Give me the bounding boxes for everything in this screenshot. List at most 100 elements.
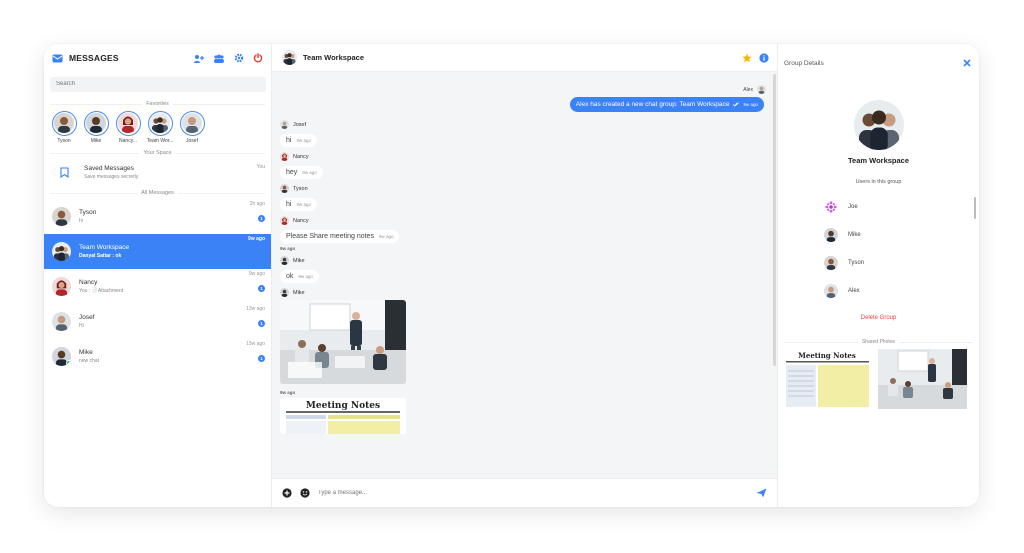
message-list: Alex Alex has created a new chat group: … [272, 72, 772, 478]
group-icon[interactable] [213, 54, 225, 63]
group-user-item[interactable]: Mike [824, 221, 979, 249]
system-message-bubble: Alex has created a new chat group: Team … [569, 97, 764, 112]
user-name: Mike [848, 232, 861, 238]
message-scrollbar[interactable] [773, 74, 776, 366]
sender-name: Tyson [293, 185, 308, 192]
avatar [280, 216, 289, 225]
conversation-item[interactable]: Mike new chat 15w ago 1 [44, 339, 271, 374]
delete-group-button[interactable]: Delete Group [778, 315, 979, 321]
favorite-item[interactable]: Tyson [50, 110, 78, 144]
star-icon[interactable] [742, 53, 752, 63]
double-check-icon [733, 102, 740, 107]
conversation-preview: Hi [79, 322, 84, 329]
emoji-icon[interactable] [300, 488, 310, 498]
conversation-time: 9w ago [248, 270, 265, 277]
favorite-item[interactable]: Nancy... [114, 110, 142, 144]
message-bubble: Please Share meeting notes 9w ago [280, 230, 400, 243]
group-details-panel: Group Details Team Workspace Users in th… [778, 44, 979, 507]
message-text: Please Share meeting notes [286, 233, 374, 240]
chat-header: Team Workspace [272, 44, 777, 72]
conversation-list: Tyson hi 2h ago 1 Team Workspace Danyal … [44, 199, 271, 374]
sender-name: Mike [293, 257, 305, 264]
message-text: ok [286, 273, 294, 280]
send-icon[interactable] [756, 488, 767, 498]
shared-photo-meeting[interactable] [878, 349, 967, 409]
favorite-item[interactable]: Team Wor... [146, 110, 174, 144]
avatar [52, 207, 71, 226]
avatar [150, 113, 170, 133]
info-icon[interactable] [759, 52, 769, 63]
unread-badge: 1 [258, 319, 265, 327]
avatar [182, 113, 202, 133]
conversation-preview: hi [79, 217, 83, 224]
favorite-item[interactable]: Mike [82, 110, 110, 144]
add-user-icon[interactable] [193, 54, 204, 63]
conversation-preview: Danyal Sattar : ok [79, 252, 122, 259]
conversation-item[interactable]: Josef Hi 13w ago 1 [44, 304, 271, 339]
conversation-item-active[interactable]: Team Workspace Danyal Sattar : ok 9w ago [44, 233, 271, 269]
avatar [52, 277, 71, 296]
composer [272, 478, 777, 507]
message-time: 9w ago [296, 202, 311, 207]
sender-row: Josef [280, 120, 772, 129]
user-name: Tyson [848, 260, 865, 266]
message-bubble: hey 9w ago [280, 166, 323, 179]
sender-row: Mike [280, 288, 772, 297]
details-title: Group Details [784, 59, 824, 67]
notes-title: Meeting Notes [306, 401, 380, 411]
group-name: Team Workspace [848, 156, 909, 165]
close-icon[interactable] [963, 59, 971, 67]
meeting-photo-attachment[interactable] [280, 300, 406, 384]
group-user-item[interactable]: Joe [824, 193, 979, 221]
notes-title: Meeting Notes [798, 351, 856, 360]
power-icon[interactable] [253, 53, 263, 63]
settings-gear-icon[interactable] [234, 53, 244, 63]
message-text: hi [286, 201, 292, 208]
avatar [118, 113, 138, 133]
conversation-name: Josef [79, 313, 95, 321]
group-user-item[interactable]: Tyson [824, 249, 979, 277]
conversation-name: Mike [79, 348, 93, 356]
sender-row: Mike [280, 256, 772, 265]
group-user-item[interactable]: Alex [824, 277, 979, 305]
unread-badge: 1 [258, 354, 265, 362]
users-scrollbar[interactable] [974, 197, 976, 219]
group-users-list: Joe Mike Tyson Alex [824, 193, 979, 313]
message-time: 9w ago [296, 138, 311, 143]
conversation-item[interactable]: Tyson hi 2h ago 1 [44, 199, 271, 234]
all-messages-label: All Messages [44, 189, 271, 196]
unread-badge: 1 [258, 284, 265, 292]
avatar [757, 85, 766, 94]
sender-name: Mike [293, 289, 305, 296]
favorite-name: Tyson [57, 137, 71, 144]
search-input[interactable] [50, 76, 266, 92]
message-input[interactable] [318, 490, 748, 496]
avatar [52, 312, 71, 331]
favorite-item[interactable]: Josef [178, 110, 206, 144]
sender-name: Alex [743, 86, 753, 93]
favorite-name: Josef [186, 137, 198, 144]
sender-row: Nancy [280, 216, 772, 225]
saved-messages-sub: Save messages secretly [84, 174, 139, 180]
conversation-preview: new chat [79, 357, 100, 364]
time-label: 9w ago [280, 390, 296, 395]
shared-photo-notes[interactable]: Meeting Notes [783, 349, 872, 409]
message-text: Alex has created a new chat group: Team … [575, 101, 730, 108]
conversation-item[interactable]: Nancy You : 📄Attachment 9w ago 1 [44, 269, 271, 304]
message-text: hey [286, 169, 298, 176]
my-sender-row: Alex [280, 85, 772, 94]
saved-messages-item[interactable]: Saved Messages Save messages secretly Yo… [44, 156, 271, 190]
message-bubble: ok 9w ago [280, 270, 319, 283]
chat-title: Team Workspace [303, 53, 364, 62]
messenger-app: MESSAGES Favorites Tyson [44, 44, 979, 507]
saved-messages-title: Saved Messages [84, 165, 134, 172]
group-avatar-large [854, 100, 904, 150]
message-time: 9w ago [378, 234, 394, 239]
favorite-name: Team Wor... [146, 137, 174, 144]
conversation-time: 13w ago [246, 305, 265, 312]
avatar [824, 284, 838, 298]
meeting-notes-attachment[interactable]: Meeting Notes [280, 398, 406, 434]
avatar [824, 228, 838, 242]
add-attachment-icon[interactable] [282, 488, 292, 498]
group-avatar [282, 50, 297, 65]
